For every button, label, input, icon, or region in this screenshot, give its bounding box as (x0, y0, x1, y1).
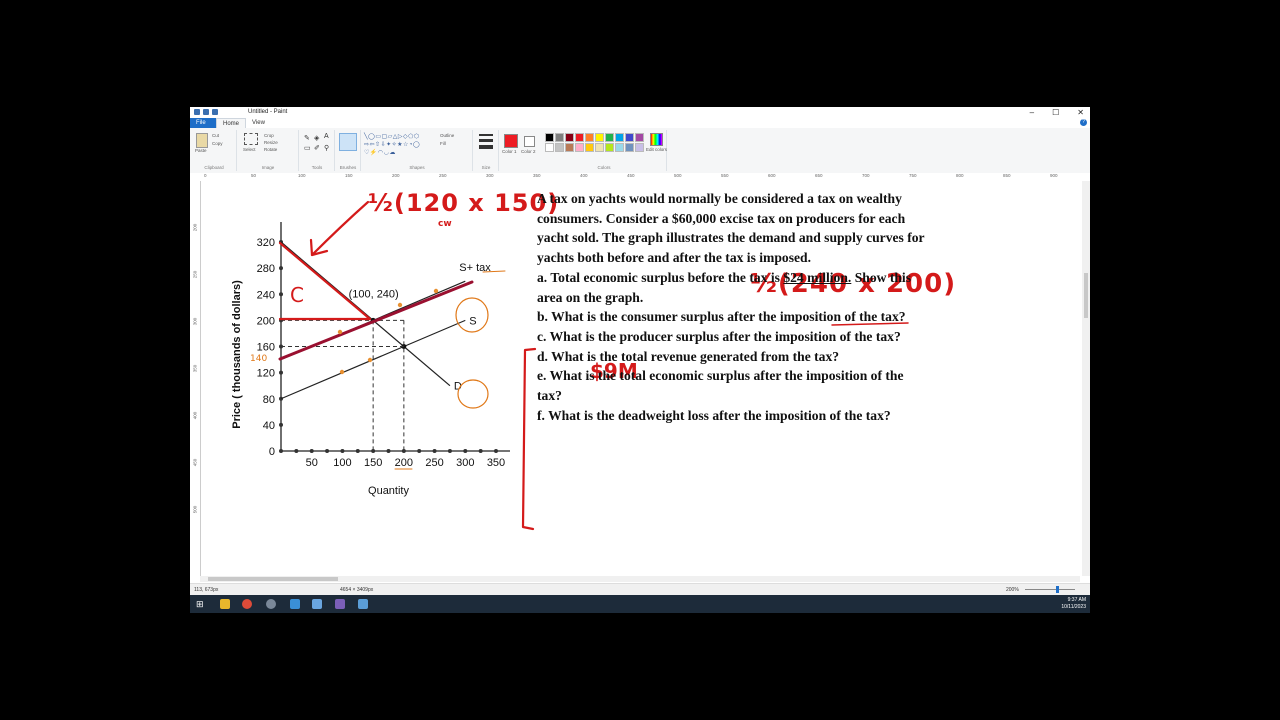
file-explorer-icon[interactable] (220, 599, 230, 609)
y-tick-label: 120 (257, 368, 275, 380)
y-tick-dot (279, 292, 283, 297)
x-tick-dot (463, 449, 468, 453)
question-f: f. What is the deadweight loss after the… (537, 407, 891, 423)
clock-date: 10/11/2023 (1061, 604, 1086, 610)
x-tick-label: 100 (333, 457, 351, 469)
onenote-icon[interactable] (335, 599, 345, 609)
paint-window: Untitled - Paint – ☐ ✕ File Home View ? … (190, 107, 1090, 613)
point-annotation: (100, 240) (349, 289, 399, 301)
x-minor-dot (417, 449, 422, 453)
calculator-icon[interactable] (290, 599, 300, 609)
question-b: b. What is the consumer surplus after th… (537, 309, 906, 325)
x-tick-label: 350 (487, 457, 505, 469)
x-tick-dot (432, 449, 437, 453)
horizontal-scrollbar[interactable] (200, 576, 1080, 582)
paint-icon[interactable] (358, 599, 368, 609)
x-tick-label: 200 (395, 457, 413, 469)
system-tray: 9:37 AM 10/11/2023 (1061, 597, 1086, 611)
x-tick-dot (340, 449, 345, 453)
x-minor-dot (478, 449, 483, 453)
notes-icon[interactable] (312, 599, 322, 609)
x-minor-dot (355, 449, 360, 453)
question-bracket (521, 347, 537, 531)
status-zoom[interactable]: 200% (1006, 587, 1019, 593)
start-icon[interactable]: ⊞ (196, 599, 206, 609)
question-e: e. What is the total economic surplus af… (537, 368, 904, 404)
app-icon[interactable] (266, 599, 276, 609)
question-c: c. What is the producer surplus after th… (537, 328, 901, 344)
y-tick-label: 40 (263, 420, 275, 432)
ink-price-140: 140 (250, 354, 268, 364)
chrome-icon[interactable] (242, 599, 252, 609)
x-minor-dot (325, 449, 330, 453)
x-minor-dot (447, 449, 452, 453)
problem-intro: A tax on yachts would normally be consid… (537, 191, 925, 266)
y-tick-label: 0 (269, 446, 275, 458)
zoom-slider-thumb[interactable] (1056, 586, 1059, 593)
question-a: a. Total economic surplus before the tax… (537, 268, 927, 307)
question-d: d. What is the total revenue generated f… (537, 348, 840, 364)
x-tick-label: 300 (456, 457, 474, 469)
clock-time: 9:37 AM (1067, 597, 1086, 603)
y-tick-label: 280 (257, 263, 275, 275)
x-minor-dot (386, 449, 391, 453)
x-axis-label: Quantity (368, 485, 409, 497)
x-tick-label: 250 (425, 457, 443, 469)
x-tick-dot (494, 449, 498, 453)
status-cursor: 113, 673px (194, 587, 219, 593)
x-tick-dot (309, 449, 314, 453)
y-tick-dot (279, 422, 283, 427)
annotation-arrow (310, 200, 370, 257)
y-tick-dot (279, 370, 283, 375)
question-a-value: $24 million. (783, 269, 852, 285)
demand-circle (457, 379, 489, 409)
y-tick-label: 320 (257, 237, 275, 249)
y-tick-dot (279, 449, 283, 453)
y-tick-dot (279, 266, 283, 271)
y-tick-label: 160 (257, 342, 275, 354)
zoom-slider[interactable] (1025, 589, 1075, 590)
ink-top-formula: ½(120 x 150) (368, 189, 560, 217)
consumer-surplus-outline (278, 241, 372, 321)
y-tick-label: 200 (257, 315, 275, 327)
problem-text: A tax on yachts would normally be consid… (537, 189, 927, 425)
y-tick-label: 240 (257, 289, 275, 301)
taskbar: ⊞ 9:37 AM 10/11/2023 (190, 595, 1090, 613)
ink-cs-label: C (290, 283, 304, 307)
y-tick-label: 80 (263, 394, 275, 406)
status-size: 4654 × 3409px (340, 587, 374, 593)
ink-top-sub: cw (438, 219, 452, 229)
x-tick-label: 150 (364, 457, 382, 469)
x-minor-dot (294, 449, 299, 453)
x-tick-label: 50 (306, 457, 318, 469)
question-a-text: a. Total economic surplus before the tax… (537, 269, 784, 285)
vertical-scrollbar[interactable] (1082, 181, 1090, 576)
series-label-1: S (469, 315, 476, 327)
y-axis-label: Price ( thousands of dollars) (231, 280, 243, 429)
series-label-2: S+ tax (459, 262, 491, 274)
